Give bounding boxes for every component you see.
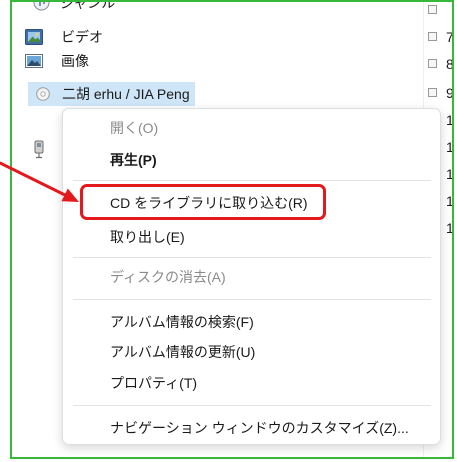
screen: ジャンル ビデオ 画像 二胡 erhu / JIA Peng 7 8 9 1 1… xyxy=(0,0,457,462)
annotation-arrow xyxy=(0,161,79,202)
